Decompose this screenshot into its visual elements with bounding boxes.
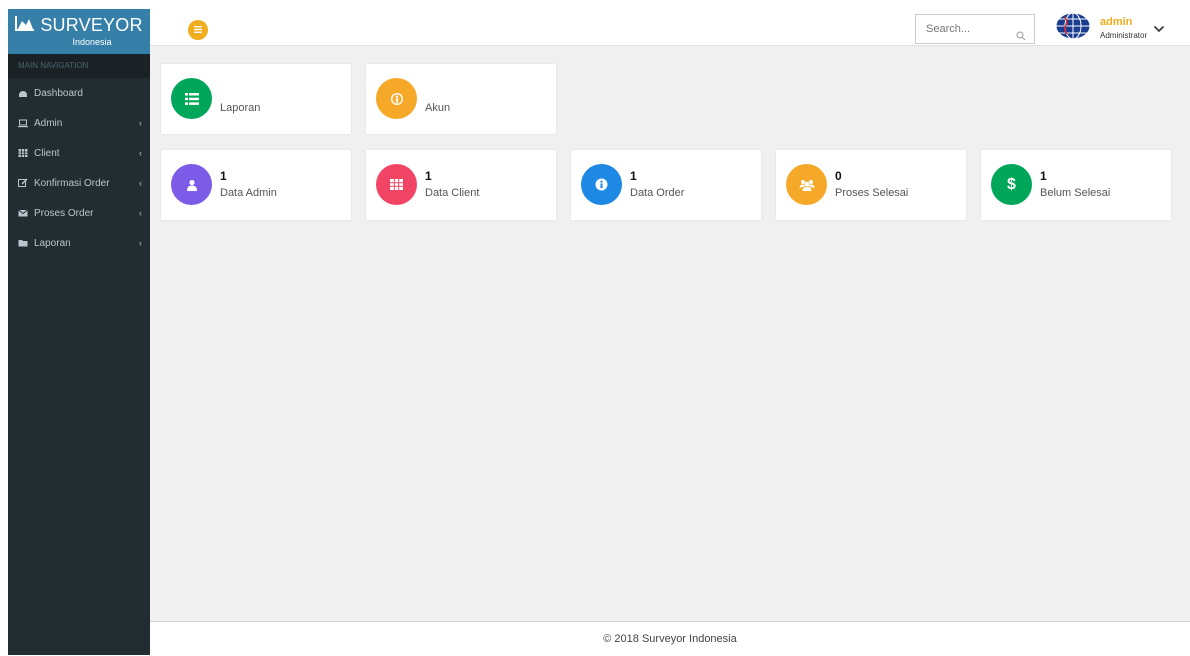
app-window: SURVEYOR Indonesia MAIN NAVIGATION Dashb… [8, 9, 1190, 655]
stat-label: Data Admin [220, 187, 277, 199]
nav-header: MAIN NAVIGATION [8, 54, 150, 78]
chevron-left-icon: ‹ [139, 178, 142, 188]
footer: © 2018 Surveyor Indonesia [150, 621, 1190, 655]
sidebar-item-laporan[interactable]: Laporan ‹ [8, 228, 150, 258]
topbar: Search... admin Administrator [150, 9, 1190, 46]
shortcut-label: Akun [425, 102, 451, 114]
dollar-icon: $ [991, 164, 1032, 205]
dashboard-icon [18, 88, 28, 98]
search-input[interactable]: Search... [915, 14, 1035, 44]
chevron-left-icon: ‹ [139, 148, 142, 158]
shortcut-card-akun[interactable]: Akun [366, 64, 556, 134]
grid-icon [18, 148, 28, 158]
stat-value: 0 [835, 169, 842, 183]
chevron-left-icon: ‹ [139, 238, 142, 248]
stat-value: 1 [630, 169, 637, 183]
brand-logo[interactable]: SURVEYOR Indonesia [8, 9, 150, 54]
search-placeholder: Search... [926, 23, 971, 35]
sidebar-item-proses-order[interactable]: Proses Order ‹ [8, 198, 150, 228]
sidebar-item-label: Client [34, 147, 60, 159]
stat-card-data-client[interactable]: 1 Data Client [366, 150, 556, 220]
chevron-down-icon[interactable] [1153, 20, 1165, 38]
chart-icon [15, 15, 35, 36]
shortcut-card-laporan[interactable]: Laporan [161, 64, 351, 134]
stat-label: Belum Selesai [1040, 187, 1111, 199]
stat-card-data-admin[interactable]: 1 Data Admin [161, 150, 351, 220]
stat-label: Proses Selesai [835, 187, 909, 199]
menu-icon [193, 21, 203, 39]
stat-value: 1 [1040, 169, 1047, 183]
user-role: Administrator [1100, 31, 1148, 40]
sidebar-item-admin[interactable]: Admin ‹ [8, 108, 150, 138]
stat-value: 1 [425, 169, 432, 183]
brand-subtitle: Indonesia [72, 37, 112, 47]
sidebar-item-label: Admin [34, 117, 63, 129]
shortcut-label: Laporan [220, 102, 261, 114]
copyright-text: © 2018 Surveyor Indonesia [603, 633, 737, 645]
stat-card-proses-selesai[interactable]: 0 Proses Selesai [776, 150, 966, 220]
user-name[interactable]: admin [1100, 16, 1132, 28]
brand-title: SURVEYOR [40, 15, 143, 35]
sidebar: SURVEYOR Indonesia MAIN NAVIGATION Dashb… [8, 9, 150, 655]
grid-icon [376, 164, 417, 205]
chevron-left-icon: ‹ [139, 118, 142, 128]
stat-label: Data Client [425, 187, 480, 199]
stat-label: Data Order [630, 187, 685, 199]
sidebar-item-konfirmasi-order[interactable]: Konfirmasi Order ‹ [8, 168, 150, 198]
users-icon [786, 164, 827, 205]
laptop-icon [18, 118, 28, 128]
sidebar-item-dashboard[interactable]: Dashboard [8, 78, 150, 108]
stat-card-data-order[interactable]: 1 Data Order [571, 150, 761, 220]
sidebar-toggle-button[interactable] [188, 20, 208, 40]
avatar[interactable] [1055, 12, 1091, 40]
stat-card-belum-selesai[interactable]: $ 1 Belum Selesai [981, 150, 1171, 220]
sidebar-item-label: Laporan [34, 237, 71, 249]
sidebar-item-label: Dashboard [34, 87, 83, 99]
stat-value: 1 [220, 169, 227, 183]
user-circle-icon [376, 78, 417, 119]
sidebar-item-label: Proses Order [34, 207, 94, 219]
sidebar-item-client[interactable]: Client ‹ [8, 138, 150, 168]
folder-icon [18, 238, 28, 248]
info-icon [581, 164, 622, 205]
main-content: Laporan Akun 1 Data Admin 1 Data Client [150, 46, 1190, 621]
sidebar-item-label: Konfirmasi Order [34, 177, 110, 189]
edit-icon [18, 178, 28, 188]
chevron-left-icon: ‹ [139, 208, 142, 218]
user-icon [171, 164, 212, 205]
envelope-icon [18, 208, 28, 218]
list-icon [171, 78, 212, 119]
